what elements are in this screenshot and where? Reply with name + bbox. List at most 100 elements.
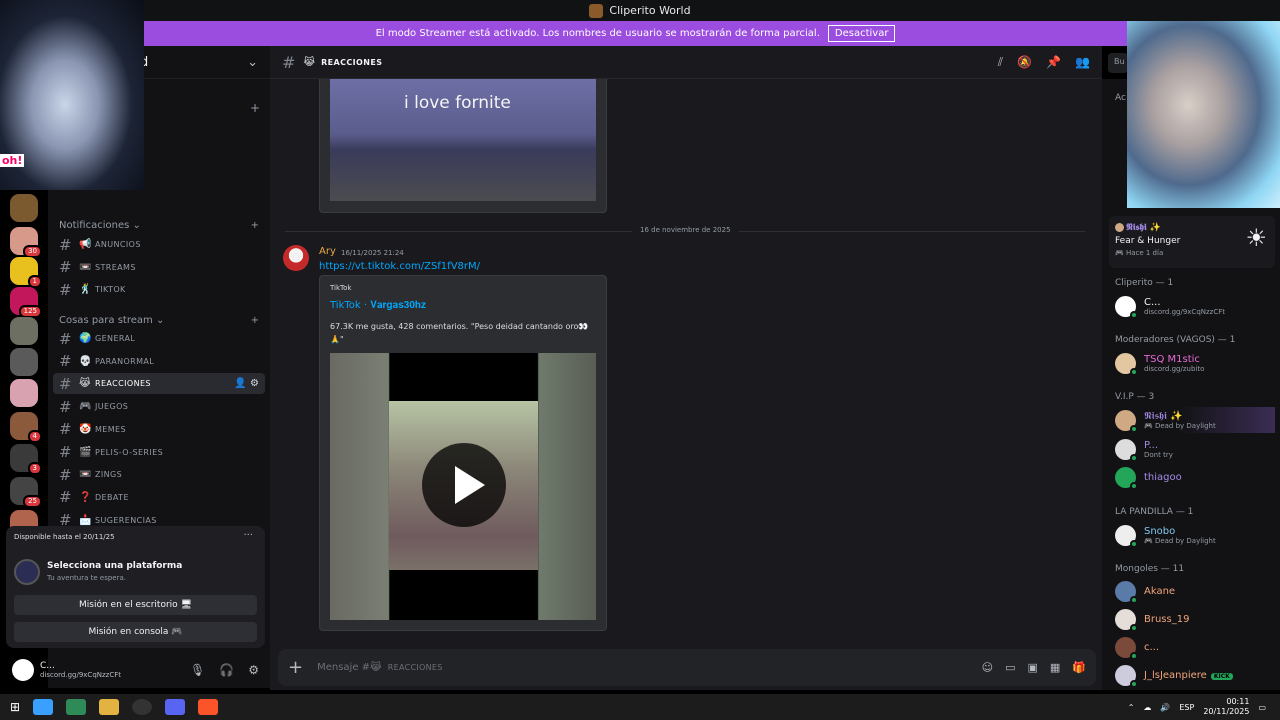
- member-item[interactable]: thiagoo: [1115, 464, 1275, 490]
- channel-streams[interactable]: # 📼 STREAMS: [53, 257, 265, 278]
- server-icon[interactable]: [10, 379, 38, 407]
- gif-icon[interactable]: ▭: [1005, 661, 1015, 674]
- member-item[interactable]: Akane: [1115, 578, 1275, 604]
- desktop-quest-button[interactable]: Misión en el escritorio 🖥: [14, 595, 257, 615]
- avatar[interactable]: [283, 245, 309, 271]
- member-item[interactable]: TSQ M1stic discord.gg/zubito: [1115, 350, 1275, 376]
- member-item[interactable]: Snobo 🎮 Dead by Daylight: [1115, 522, 1275, 548]
- server-icon[interactable]: 1: [10, 257, 42, 288]
- channel-juegos[interactable]: # 🎮 JUEGOS: [53, 396, 265, 417]
- member-item[interactable]: Bruss_19: [1115, 606, 1275, 632]
- channel-reacciones[interactable]: # 😹 REACCIONES 👤 ⚙: [53, 373, 265, 395]
- channel-memes[interactable]: # 🤡 MEMES: [53, 419, 265, 440]
- pin-icon[interactable]: 📌: [1046, 55, 1061, 70]
- headphones-icon[interactable]: 🎧: [219, 663, 234, 677]
- channel-emoji: 😹: [303, 56, 316, 68]
- status-dot: [1130, 310, 1138, 319]
- avatar: [1115, 580, 1138, 604]
- brave-icon[interactable]: [198, 699, 219, 715]
- channel-emoji: 💀: [79, 355, 92, 367]
- server-icon[interactable]: 4: [10, 412, 42, 443]
- file-explorer-icon[interactable]: [99, 699, 120, 715]
- channel-anuncios[interactable]: # 📢 ANUNCIOS: [53, 234, 265, 255]
- channel-tiktok[interactable]: # 🕺 TIKTOK: [53, 279, 265, 300]
- channel-header: # 😹 REACCIONES ⫽ 🔕 📌 👥: [270, 46, 1102, 79]
- microphone-icon[interactable]: 🎙: [190, 663, 205, 677]
- channel-general[interactable]: # 🌍 GENERAL: [53, 328, 265, 349]
- add-icon[interactable]: +: [250, 101, 260, 115]
- activity-card[interactable]: 𝕹𝖎𝖘𝖍𝖎 ✨ Fear & Hunger 🎮 Hace 1 día ☀: [1109, 216, 1275, 268]
- mute-icon[interactable]: 🔕: [1017, 55, 1032, 70]
- emoji-icon[interactable]: ☺: [982, 661, 993, 674]
- server-icon[interactable]: 3: [10, 444, 42, 475]
- add-channel-icon[interactable]: +: [251, 315, 259, 326]
- category-notificaciones[interactable]: Notificaciones ⌄ +: [59, 220, 269, 231]
- avatar: [1115, 409, 1138, 433]
- member-status: 🎮 Dead by Daylight: [1144, 536, 1216, 545]
- server-icon[interactable]: 25: [10, 477, 42, 508]
- channel-debate[interactable]: # ❓ DEBATE: [53, 487, 265, 508]
- members-icon[interactable]: 👥: [1075, 55, 1090, 70]
- message-composer[interactable]: + Mensaje #😹 REACCIONES ☺ ▭ ▣ ▦ 🎁: [278, 649, 1096, 686]
- server-icon[interactable]: [10, 194, 38, 222]
- member-item[interactable]: 𝕹𝖎𝖘𝖍𝖎 ✨ 🎮 Dead by Daylight: [1115, 407, 1275, 433]
- copilot-icon[interactable]: [33, 699, 54, 715]
- server-icon[interactable]: 125: [10, 287, 42, 318]
- more-options-icon[interactable]: ···: [243, 530, 253, 541]
- plus-icon[interactable]: +: [288, 657, 303, 678]
- play-icon[interactable]: [422, 443, 506, 527]
- status-dot: [1130, 481, 1138, 490]
- clock[interactable]: 00:11 20/11/2025: [1203, 697, 1249, 717]
- message-link[interactable]: https://vt.tiktok.com/ZSf1fV8rM/: [319, 261, 480, 272]
- activity-user: 𝕹𝖎𝖘𝖍𝖎 ✨: [1126, 223, 1162, 233]
- notification-icon[interactable]: ▭: [1258, 703, 1266, 712]
- add-channel-icon[interactable]: +: [251, 220, 259, 231]
- channel-emoji: 🌍: [79, 333, 92, 344]
- sticker-icon[interactable]: ▣: [1027, 661, 1037, 674]
- channel-title: REACCIONES: [321, 57, 383, 67]
- server-icon[interactable]: [10, 348, 38, 376]
- cloud-icon[interactable]: ☁: [1143, 703, 1151, 712]
- disable-streamer-button[interactable]: Desactivar: [827, 25, 896, 42]
- language-indicator[interactable]: ESP: [1179, 703, 1194, 712]
- channel-name: DEBATE: [95, 492, 129, 502]
- volume-icon[interactable]: 🔊: [1160, 703, 1170, 712]
- member-section-header: V.I.P — 3: [1115, 392, 1155, 402]
- channel-zings[interactable]: # 📼 ZINGS: [53, 464, 265, 485]
- gear-icon[interactable]: ⚙: [248, 663, 259, 677]
- tray-arrow-icon[interactable]: ⌃: [1128, 703, 1135, 712]
- server-icon[interactable]: 30: [10, 227, 42, 258]
- avatar[interactable]: [12, 659, 34, 681]
- invite-icon[interactable]: 👤: [234, 378, 246, 389]
- embed-title[interactable]: TikTok · 𝐕𝐚𝐫𝐠𝐚𝐬𝟑𝟎𝐡𝐳: [330, 300, 426, 311]
- search-input[interactable]: Bu: [1108, 53, 1128, 73]
- member-item[interactable]: J_lsJeanpiere KICK: [1115, 662, 1275, 688]
- apps-icon[interactable]: ▦: [1050, 661, 1060, 674]
- channel-paranormal[interactable]: # 💀 PARANORMAL: [53, 351, 265, 372]
- member-item[interactable]: C... discord.gg/9xCqNzzCFt: [1115, 293, 1275, 319]
- member-section-header: Moderadores (VAGOS) — 1: [1115, 335, 1236, 345]
- gear-icon[interactable]: ⚙: [250, 378, 259, 389]
- member-item[interactable]: c...: [1115, 634, 1275, 660]
- gift-icon[interactable]: 🎁: [1072, 661, 1086, 674]
- avatar: [1115, 438, 1138, 462]
- channel-emoji: 🎮: [79, 401, 92, 413]
- category-stream[interactable]: Cosas para stream ⌄ +: [59, 315, 269, 326]
- member-item[interactable]: P... Dont try: [1115, 436, 1275, 462]
- server-icon[interactable]: [10, 317, 38, 345]
- message-author[interactable]: Ary: [319, 246, 336, 257]
- console-quest-button[interactable]: Misión en consola 🎮: [14, 622, 257, 642]
- store-icon[interactable]: [66, 699, 87, 715]
- video-thumbnail[interactable]: i love fornite: [330, 79, 596, 201]
- channel-pelis-o-series[interactable]: # 🎬 PELIS-O-SERIES: [53, 442, 265, 463]
- embed-provider: TikTok: [330, 284, 352, 292]
- avatar: [1115, 466, 1138, 490]
- embed-video[interactable]: [330, 353, 596, 620]
- member-name: c...: [1144, 641, 1160, 653]
- windows-start-icon[interactable]: ⊞: [10, 700, 20, 714]
- obs-icon[interactable]: [132, 699, 153, 715]
- category-label: Notificaciones: [59, 220, 130, 231]
- discord-icon[interactable]: [165, 699, 186, 715]
- threads-icon[interactable]: ⫽: [998, 55, 1003, 70]
- quest-title: Selecciona una plataforma: [47, 561, 183, 571]
